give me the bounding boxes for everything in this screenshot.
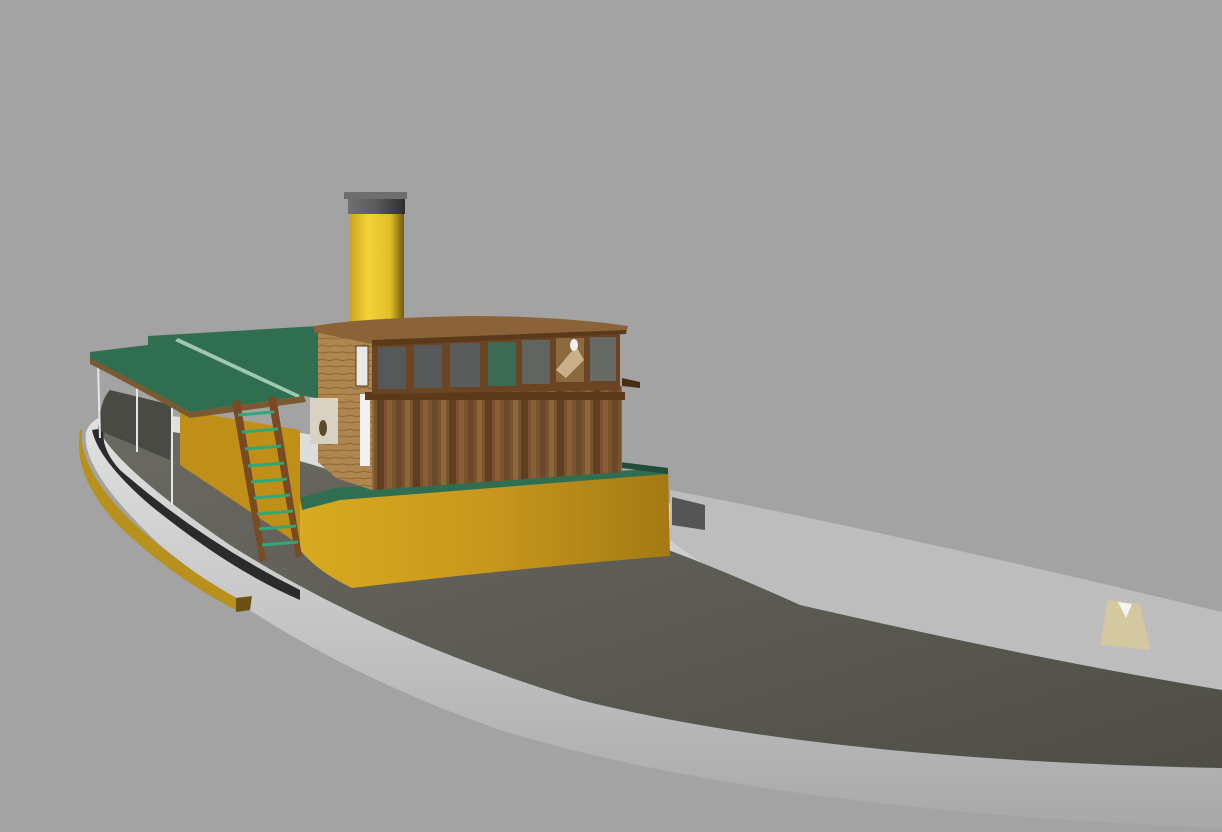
wheelhouse-front bbox=[372, 386, 622, 490]
tugboat-render bbox=[0, 0, 1222, 832]
porthole bbox=[319, 420, 327, 436]
funnel bbox=[344, 192, 407, 324]
